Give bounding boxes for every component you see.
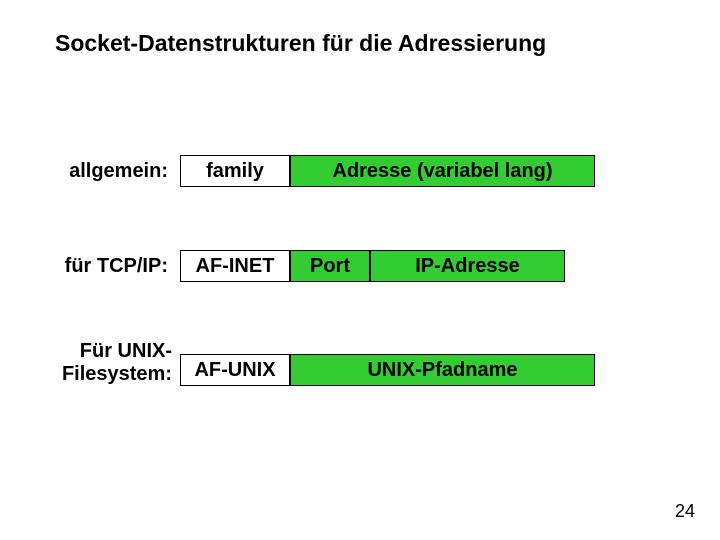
box-af-unix: AF-UNIX <box>180 354 290 386</box>
label-tcpip: für TCP/IP: <box>0 255 180 278</box>
box-af-inet: AF-INET <box>180 250 290 282</box>
row-unix: Für UNIX- Filesystem: AF-UNIX UNIX-Pfadn… <box>0 340 595 386</box>
row-tcpip: für TCP/IP: AF-INET Port IP-Adresse <box>0 250 565 282</box>
box-unix-pathname: UNIX-Pfadname <box>290 354 595 386</box>
box-address-variable: Adresse (variabel lang) <box>290 155 595 187</box>
label-unix: Für UNIX- Filesystem: <box>0 340 180 386</box>
page-number: 24 <box>675 501 695 522</box>
boxes-tcpip: AF-INET Port IP-Adresse <box>180 250 565 282</box>
boxes-general: family Adresse (variabel lang) <box>180 155 595 187</box>
box-ip-address: IP-Adresse <box>370 250 565 282</box>
boxes-unix: AF-UNIX UNIX-Pfadname <box>180 354 595 386</box>
label-unix-line1: Für UNIX- <box>0 340 172 363</box>
box-family: family <box>180 155 290 187</box>
label-unix-line2: Filesystem: <box>0 363 172 386</box>
row-general: allgemein: family Adresse (variabel lang… <box>0 155 595 187</box>
label-general: allgemein: <box>0 160 180 183</box>
slide-title: Socket-Datenstrukturen für die Adressier… <box>55 30 546 57</box>
box-port: Port <box>290 250 370 282</box>
